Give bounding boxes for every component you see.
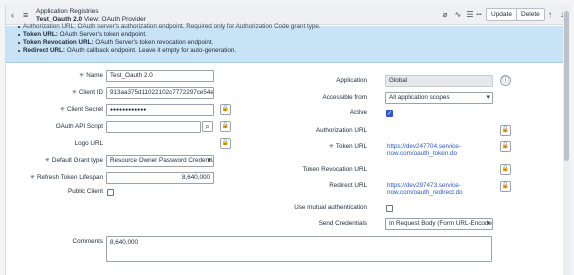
form-frame: ‹ ≡ Application Registries Test_Oauth 2.… (5, 5, 564, 275)
required-icon: ✳ (59, 107, 65, 113)
activity-icon[interactable]: ∿ (453, 10, 463, 20)
send-credentials-label: Send Credentials (318, 220, 367, 227)
update-button[interactable]: Update (486, 8, 517, 21)
banner-line-redirect-url: Redirect URL: OAuth callback endpoint. L… (18, 47, 321, 55)
default-grant-type-label: ✳ Default Grant type (44, 157, 103, 164)
lookup-search-icon[interactable]: ⌕ (202, 121, 213, 132)
previous-record-icon[interactable]: ↑ (545, 10, 555, 20)
active-label: Active (349, 109, 367, 116)
client-id-input[interactable]: 913aa375d11022102c7772297ce54e4 (106, 87, 214, 99)
accessible-from-label: Accessible from (322, 94, 367, 101)
refresh-token-lifespan-label: ✳ Refresh Token Lifespan (29, 174, 103, 181)
vertical-scrollbar[interactable] (563, 5, 570, 275)
public-client-label: Public Client (68, 188, 103, 195)
use-mutual-auth-checkbox[interactable] (386, 205, 393, 212)
use-mutual-auth-label: Use mutual authentication (294, 204, 367, 211)
attachment-icon[interactable]: ⌀ (440, 10, 450, 20)
comments-textarea[interactable]: 8,640,000 (106, 236, 492, 262)
oauth-api-script-lock-icon[interactable]: 🔒 (220, 121, 231, 132)
view-text: View: OAuth Provider (83, 16, 146, 23)
banner-line-token-url: Token URL: OAuth Server's token endpoint… (18, 31, 321, 39)
comments-label: Comments (72, 238, 103, 245)
banner-list: Authorization URL: OAuth server's author… (18, 23, 321, 55)
required-icon: ✳ (71, 90, 77, 96)
token-revocation-url-label: Token Revocation URL (302, 166, 367, 173)
delete-button[interactable]: Delete (516, 8, 545, 21)
required-icon: ✳ (328, 144, 334, 150)
oauth-api-script-input[interactable] (106, 121, 201, 133)
redirect-url-lock-icon[interactable]: 🔒 (500, 181, 511, 192)
banner-line-authorization: Authorization URL: OAuth server's author… (18, 23, 321, 31)
record-name: Test_Oauth 2.0 (36, 16, 83, 23)
logo-url-label: Logo URL (74, 140, 103, 147)
client-id-label: ✳ Client ID (71, 89, 103, 96)
record-title: Test_Oauth 2.0 View: OAuth Provider (36, 16, 146, 23)
logo-url-lock-icon[interactable]: 🔒 (220, 138, 231, 149)
required-icon: ✳ (44, 158, 50, 164)
refresh-token-lifespan-input[interactable]: 8,640,000 (106, 172, 214, 184)
accessible-from-select[interactable]: All application scopes (385, 92, 493, 104)
required-icon: ✳ (29, 175, 35, 181)
send-credentials-select[interactable]: In Request Body (Form URL-Encoded) (385, 218, 493, 230)
redirect-url-link-line2[interactable]: now.com/oauth_redirect.do (387, 189, 463, 197)
form-header: ‹ ≡ Application Registries Test_Oauth 2.… (6, 5, 564, 25)
active-checkbox[interactable]: ✓ (386, 110, 393, 117)
scrollbar-thumb[interactable] (564, 11, 569, 161)
info-banner: Authorization URL: OAuth server's author… (6, 23, 564, 63)
token-revocation-url-lock-icon[interactable]: 🔒 (500, 164, 511, 175)
token-url-lock-icon[interactable]: 🔒 (500, 141, 511, 152)
authorization-url-label: Authorization URL (315, 127, 367, 134)
oauth-api-script-label: OAuth API Script (55, 123, 103, 130)
client-secret-label: ✳ Client Secret (59, 106, 103, 113)
menu-icon[interactable]: ≡ (23, 10, 32, 20)
application-input: Global (385, 75, 493, 87)
client-secret-input[interactable]: ●●●●●●●●●●●● (106, 104, 214, 116)
client-secret-lock-icon[interactable]: 🔒 (220, 104, 231, 115)
page-title: Application Registries (36, 8, 99, 15)
back-icon[interactable]: ‹ (11, 10, 20, 20)
info-icon[interactable]: ⓘ (500, 75, 511, 86)
name-input[interactable]: Test_Oauth 2.0 (106, 70, 214, 82)
default-grant-type-select[interactable]: Resource Owner Password Credentials (106, 155, 214, 167)
token-url-link-line2[interactable]: now.com/oauth_token.do (387, 150, 457, 158)
banner-line-token-revocation: Token Revocation URL: OAuth Server's tok… (18, 39, 321, 47)
required-icon: ✳ (79, 73, 85, 79)
authorization-url-lock-icon[interactable]: 🔒 (500, 125, 511, 136)
name-label: ✳ Name (79, 72, 103, 79)
public-client-checkbox[interactable] (107, 189, 114, 196)
application-label: Application (336, 77, 367, 84)
more-options-icon[interactable]: ••• (474, 10, 484, 20)
token-url-label: ✳ Token URL (328, 143, 367, 150)
redirect-url-label: Redirect URL (329, 182, 367, 189)
